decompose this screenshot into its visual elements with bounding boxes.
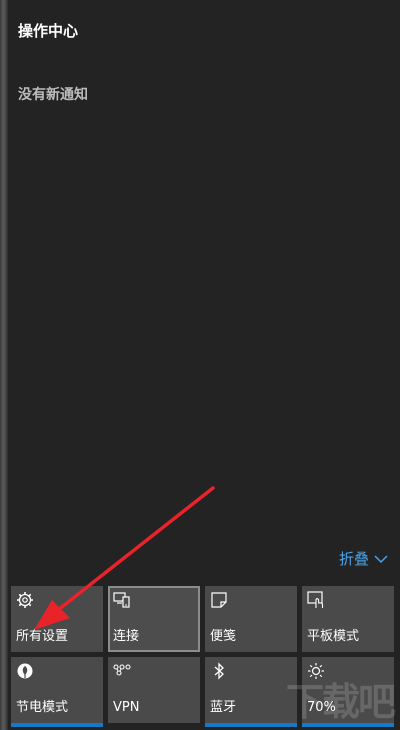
tile-label: 所有设置 — [16, 629, 69, 644]
tile-label: 平板模式 — [307, 629, 360, 644]
collapse-button[interactable]: 折叠 — [339, 548, 388, 569]
tablet-mode-icon — [307, 591, 324, 608]
tablet-mode-tile[interactable]: 平板模式 — [302, 586, 394, 652]
connect-tile[interactable]: 连接 — [108, 586, 200, 652]
all-settings-tile[interactable]: 所有设置 — [11, 586, 103, 652]
connect-icon — [113, 592, 130, 608]
gear-icon — [17, 592, 33, 608]
vpn-tile[interactable]: VPN — [108, 657, 200, 723]
desktop-edge — [0, 0, 8, 730]
chevron-down-icon — [374, 554, 388, 563]
action-center-title: 操作中心 — [18, 22, 79, 40]
bluetooth-tile[interactable]: 蓝牙 — [205, 657, 297, 727]
battery-saver-icon — [17, 663, 33, 679]
no-notifications-message: 没有新通知 — [18, 87, 88, 103]
vpn-icon — [113, 664, 131, 676]
action-center-panel: 操作中心 没有新通知 折叠 所有设置 连接 便笺 平板模式 节电模式 VPN 蓝… — [8, 0, 400, 730]
tile-label: 便笺 — [210, 629, 237, 644]
note-icon — [211, 592, 227, 608]
battery-saver-tile[interactable]: 节电模式 — [11, 657, 103, 727]
tile-label: 节电模式 — [16, 700, 69, 715]
note-tile[interactable]: 便笺 — [205, 586, 297, 652]
tile-label: 蓝牙 — [210, 700, 237, 715]
site-watermark-logo: 下载吧 — [285, 680, 396, 724]
tile-label: 连接 — [113, 629, 140, 644]
tile-label: VPN — [113, 700, 140, 715]
collapse-label: 折叠 — [338, 550, 369, 568]
bluetooth-icon — [214, 662, 224, 680]
